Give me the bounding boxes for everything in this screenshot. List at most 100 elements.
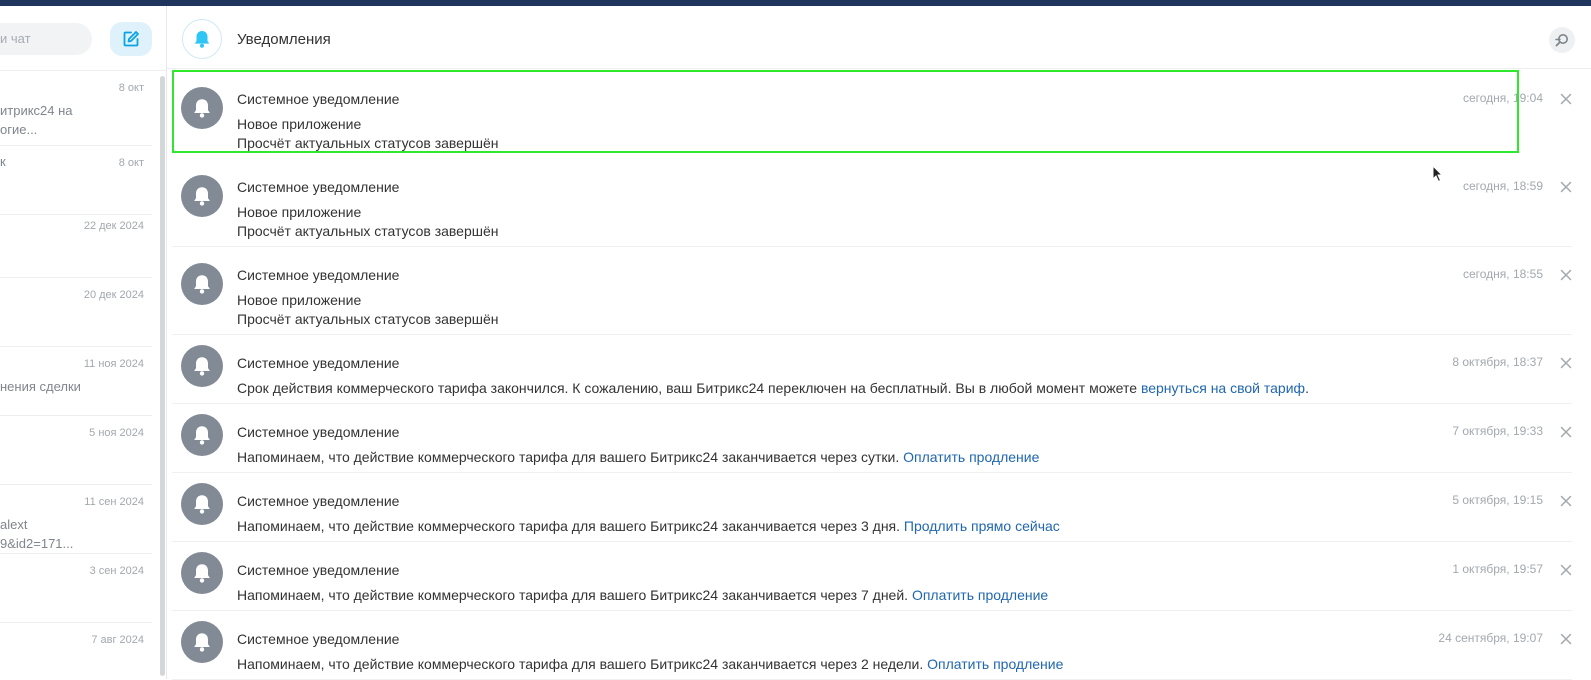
notification-avatar bbox=[181, 345, 223, 387]
bell-icon bbox=[194, 564, 210, 583]
notification-time: 7 октября, 19:33 bbox=[1452, 424, 1543, 438]
chat-preview: к bbox=[0, 152, 6, 171]
chat-date: 11 ноя 2024 bbox=[83, 358, 144, 370]
notification-close-button[interactable] bbox=[1560, 268, 1572, 281]
mouse-cursor-icon bbox=[1432, 165, 1444, 183]
chat-preview-line: 9&id2=171... bbox=[0, 536, 74, 551]
notification-text: Срок действия коммерческого тарифа закон… bbox=[237, 380, 1309, 396]
notification-title: Системное уведомление bbox=[237, 179, 400, 195]
notification-text-body: Напоминаем, что действие коммерческого т… bbox=[237, 449, 904, 465]
notification-avatar bbox=[181, 621, 223, 663]
notification-item[interactable]: Системное уведомление Напоминаем, что дей… bbox=[172, 541, 1572, 611]
notification-time: 5 октября, 19:15 bbox=[1452, 493, 1543, 507]
chat-list-item[interactable]: 22 дек 2024 bbox=[0, 209, 152, 278]
chat-date: 8 окт bbox=[118, 157, 144, 169]
search-icon bbox=[1555, 34, 1568, 47]
notification-link[interactable]: Оплатить продление bbox=[903, 449, 1039, 465]
notification-avatar bbox=[181, 263, 223, 305]
chat-date: 8 окт bbox=[118, 82, 144, 94]
chat-date: 5 ноя 2024 bbox=[89, 427, 144, 439]
notification-avatar bbox=[181, 175, 223, 217]
notification-text-tail: . bbox=[1305, 380, 1309, 396]
notification-text: Новое приложение bbox=[237, 204, 361, 220]
notification-text: Напоминаем, что действие коммерческого т… bbox=[237, 518, 1060, 534]
notification-text-body: Напоминаем, что действие коммерческого т… bbox=[237, 518, 904, 534]
notification-text-body: Новое приложение bbox=[237, 204, 362, 220]
chat-preview: итрикс24 на огие... bbox=[0, 101, 73, 139]
chat-list-item[interactable]: 11 сен 2024 alext 9&id2=171... bbox=[0, 485, 152, 554]
chat-preview-line: к bbox=[0, 154, 6, 169]
chat-list-item[interactable]: 20 дек 2024 bbox=[0, 278, 152, 347]
notifications-panel: Уведомления Системное уведомление Новое п… bbox=[167, 6, 1591, 680]
notification-item[interactable]: Системное уведомление Напоминаем, что дей… bbox=[172, 472, 1572, 542]
notification-close-button[interactable] bbox=[1560, 425, 1572, 438]
search-placeholder: и чат bbox=[0, 31, 31, 46]
notification-item[interactable]: Системное уведомление Новое приложение Про… bbox=[172, 246, 1572, 335]
chat-preview-line: нения сделки bbox=[0, 379, 81, 394]
bell-icon bbox=[194, 275, 210, 294]
notification-close-button[interactable] bbox=[1560, 92, 1572, 105]
selection-highlight bbox=[172, 70, 1519, 153]
chat-date: 11 сен 2024 bbox=[84, 496, 144, 508]
notification-text-body: Новое приложение bbox=[237, 292, 362, 308]
close-icon bbox=[1560, 181, 1572, 193]
chat-date: 7 авг 2024 bbox=[91, 634, 144, 646]
chat-date: 3 сен 2024 bbox=[89, 565, 144, 577]
notification-link[interactable]: Оплатить продление bbox=[912, 587, 1048, 603]
notification-text-body: Просчёт актуальных статусов завершён bbox=[237, 223, 499, 239]
notification-text: Напоминаем, что действие коммерческого т… bbox=[237, 656, 1063, 672]
sidebar-header: и чат bbox=[0, 6, 166, 71]
notification-close-button[interactable] bbox=[1560, 356, 1572, 369]
notification-link[interactable]: Продлить прямо сейчас bbox=[904, 518, 1060, 534]
notification-text: Просчёт актуальных статусов завершён bbox=[237, 223, 499, 239]
notification-time: 8 октября, 18:37 bbox=[1452, 355, 1543, 369]
chat-list-item[interactable]: 3 сен 2024 bbox=[0, 554, 152, 623]
notifications-header: Уведомления bbox=[167, 6, 1591, 69]
notification-item[interactable]: Системное уведомление Напоминаем, что дей… bbox=[172, 610, 1572, 680]
chat-list-item[interactable]: 7 авг 2024 bbox=[0, 623, 152, 679]
notification-item[interactable]: Системное уведомление Новое приложение Про… bbox=[172, 158, 1572, 247]
notification-title: Системное уведомление bbox=[237, 631, 400, 647]
bell-icon bbox=[194, 495, 210, 514]
notification-text: Напоминаем, что действие коммерческого т… bbox=[237, 449, 1039, 465]
notification-title: Системное уведомление bbox=[237, 493, 400, 509]
notification-text-body: Срок действия коммерческого тарифа закон… bbox=[237, 380, 1141, 396]
notification-close-button[interactable] bbox=[1560, 563, 1572, 576]
chat-date: 20 дек 2024 bbox=[83, 289, 144, 301]
close-icon bbox=[1560, 269, 1572, 281]
notification-link[interactable]: Оплатить продление bbox=[927, 656, 1063, 672]
notification-item[interactable]: Системное уведомление Срок действия комме… bbox=[172, 334, 1572, 404]
notification-text: Просчёт актуальных статусов завершён bbox=[237, 311, 499, 327]
chat-preview: нения сделки bbox=[0, 377, 81, 396]
close-icon bbox=[1560, 426, 1572, 438]
chat-list-item[interactable]: 8 окт к bbox=[0, 146, 152, 215]
notification-close-button[interactable] bbox=[1560, 632, 1572, 645]
chat-preview-line: огие... bbox=[0, 122, 38, 137]
chat-list-item[interactable]: 8 окт итрикс24 на огие... bbox=[0, 71, 152, 146]
notification-close-button[interactable] bbox=[1560, 180, 1572, 193]
chat-list-item[interactable]: 11 ноя 2024 нения сделки bbox=[0, 347, 152, 416]
close-icon bbox=[1560, 93, 1572, 105]
notification-avatar bbox=[181, 414, 223, 456]
new-chat-button[interactable] bbox=[110, 22, 152, 56]
notification-text-body: Напоминаем, что действие коммерческого т… bbox=[237, 587, 912, 603]
close-icon bbox=[1560, 357, 1572, 369]
notification-avatar bbox=[181, 483, 223, 525]
notification-time: 1 октября, 19:57 bbox=[1452, 562, 1543, 576]
edit-icon bbox=[123, 31, 139, 47]
chat-preview-line: alext bbox=[0, 517, 28, 532]
notification-link[interactable]: вернуться на свой тариф bbox=[1141, 380, 1305, 396]
close-icon bbox=[1560, 564, 1572, 576]
notification-close-button[interactable] bbox=[1560, 494, 1572, 507]
chat-search-input[interactable]: и чат bbox=[0, 23, 92, 55]
notifications-search-button[interactable] bbox=[1549, 27, 1575, 53]
notification-text: Новое приложение bbox=[237, 292, 361, 308]
notification-item[interactable]: Системное уведомление Напоминаем, что дей… bbox=[172, 403, 1572, 473]
sidebar-scrollbar[interactable] bbox=[160, 76, 165, 676]
chat-preview: alext 9&id2=171... bbox=[0, 515, 73, 553]
notification-title: Системное уведомление bbox=[237, 355, 400, 371]
notification-title: Системное уведомление bbox=[237, 424, 400, 440]
bell-icon bbox=[194, 31, 210, 48]
chat-list-item[interactable]: 5 ноя 2024 bbox=[0, 416, 152, 485]
chat-sidebar: и чат 8 окт итрикс24 на огие... 8 окт к 22 де… bbox=[0, 6, 167, 679]
